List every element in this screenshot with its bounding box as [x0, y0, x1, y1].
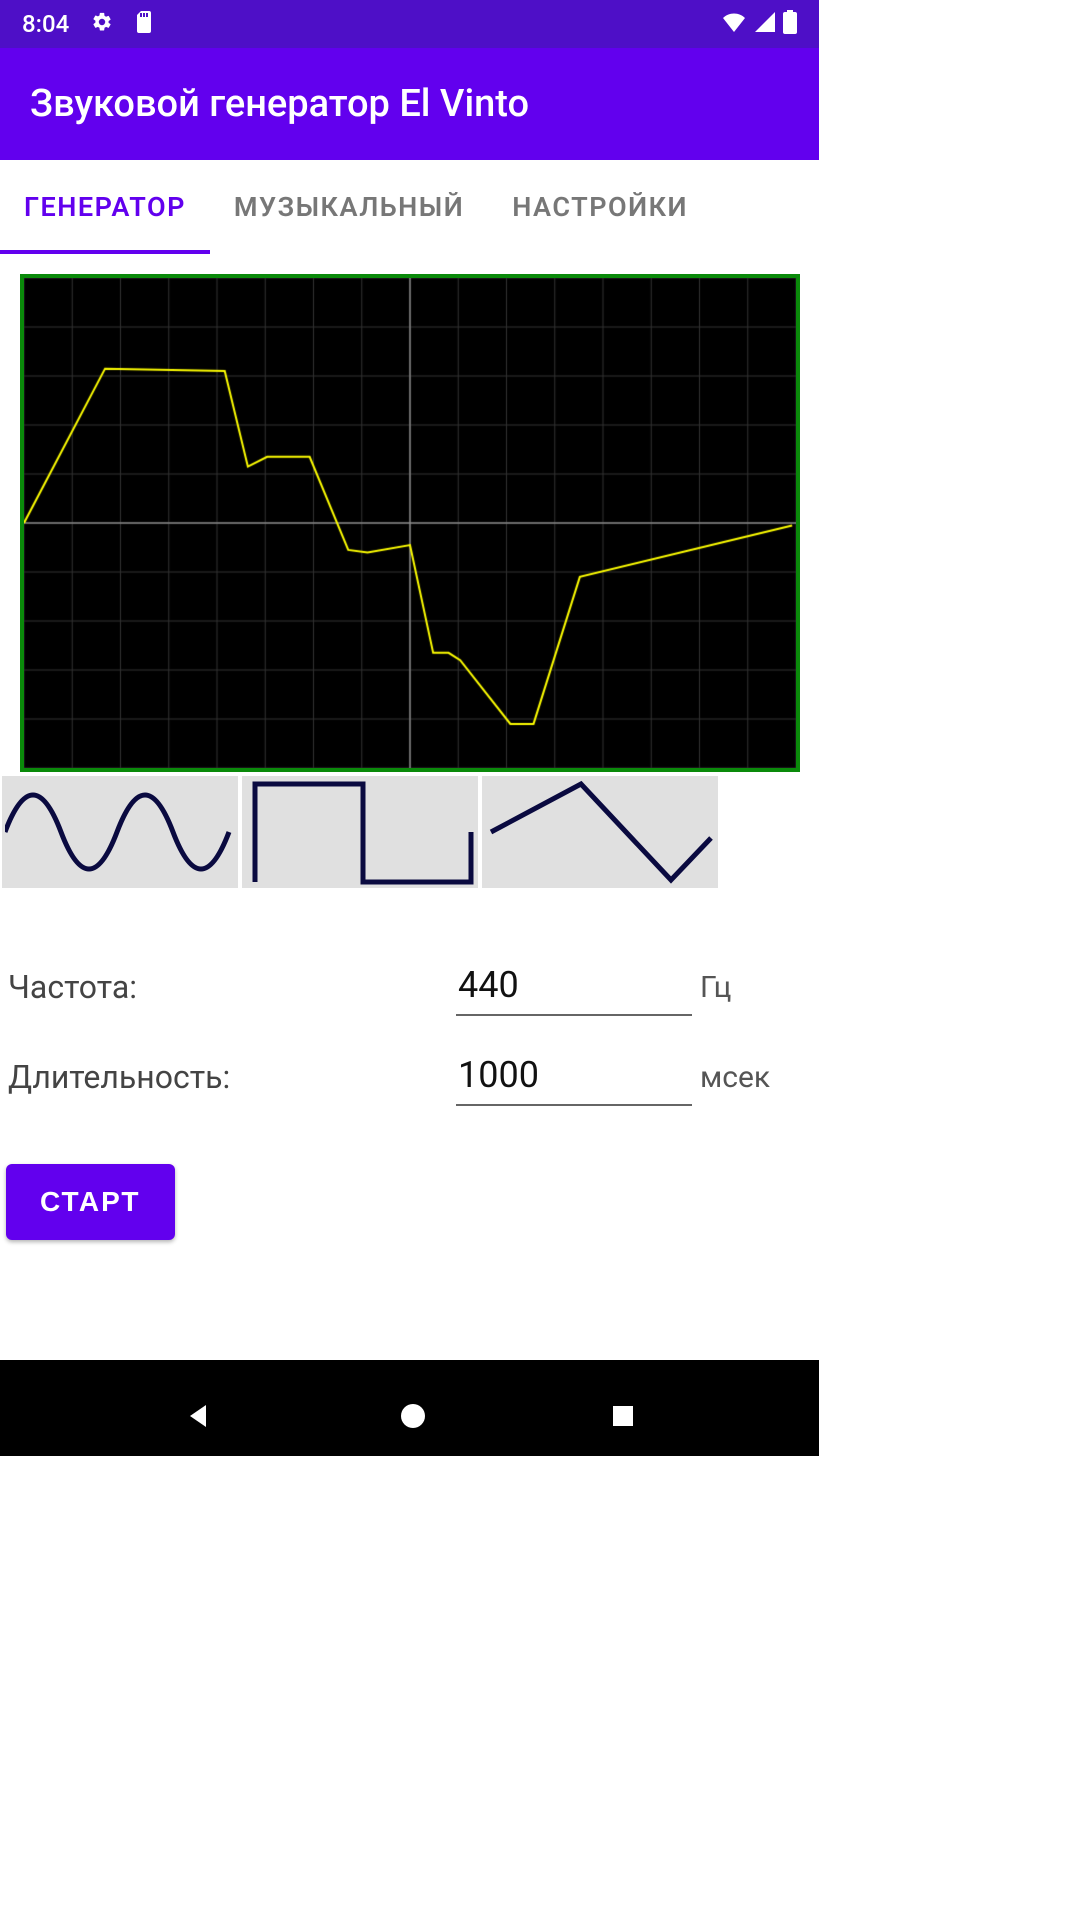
tab-bar: ГЕНЕРАТОР МУЗЫКАЛЬНЫЙ НАСТРОЙКИ [0, 160, 819, 254]
wave-sine-button[interactable] [2, 776, 238, 888]
tab-musical[interactable]: МУЗЫКАЛЬНЫЙ [210, 160, 488, 254]
nav-home-icon[interactable] [399, 1402, 427, 1434]
wifi-icon [721, 12, 747, 36]
wave-buttons [0, 772, 819, 888]
black-spacer [0, 1360, 819, 1380]
tab-generator[interactable]: ГЕНЕРАТОР [0, 160, 210, 254]
android-nav-bar [0, 1380, 819, 1456]
gear-icon [91, 11, 113, 37]
wave-triangle-button[interactable] [482, 776, 718, 888]
oscilloscope-display[interactable] [20, 274, 800, 772]
tab-settings[interactable]: НАСТРОЙКИ [488, 160, 712, 254]
nav-recent-icon[interactable] [611, 1404, 635, 1432]
duration-label: Длительность: [0, 1058, 456, 1096]
cell-signal-icon [755, 12, 775, 36]
tab-label: НАСТРОЙКИ [512, 191, 688, 223]
frequency-row: Частота: Гц [0, 958, 819, 1016]
form-area: Частота: Гц Длительность: мсек СТАРТ [0, 888, 819, 1240]
wave-square-button[interactable] [242, 776, 478, 888]
start-button[interactable]: СТАРТ [6, 1164, 175, 1240]
frequency-input[interactable] [456, 958, 692, 1016]
duration-row: Длительность: мсек [0, 1048, 819, 1106]
frequency-unit: Гц [692, 970, 731, 1005]
tab-label: МУЗЫКАЛЬНЫЙ [234, 191, 464, 223]
nav-back-icon[interactable] [184, 1401, 214, 1435]
app-title: Звуковой генератор El Vinto [30, 82, 529, 126]
status-bar: 8:04 [0, 0, 819, 48]
frequency-label: Частота: [0, 968, 456, 1006]
status-time: 8:04 [22, 10, 69, 38]
sd-card-icon [135, 11, 153, 37]
tab-label: ГЕНЕРАТОР [24, 191, 186, 223]
content-area: Частота: Гц Длительность: мсек СТАРТ [0, 254, 819, 1360]
battery-icon [783, 10, 797, 38]
app-bar: Звуковой генератор El Vinto [0, 48, 819, 160]
duration-input[interactable] [456, 1048, 692, 1106]
duration-unit: мсек [692, 1060, 770, 1095]
